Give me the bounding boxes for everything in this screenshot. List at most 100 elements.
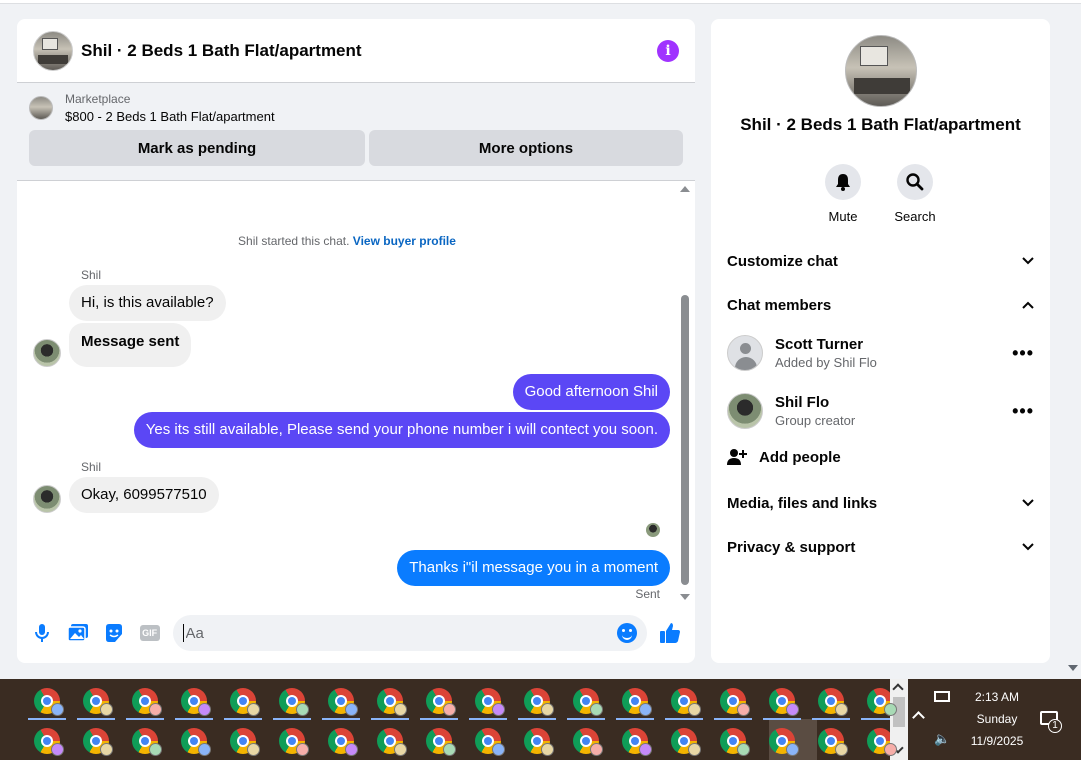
chat-members-row[interactable]: Chat members	[727, 293, 1034, 317]
chrome-profile-icon[interactable]	[230, 728, 260, 756]
clock-day[interactable]: Sunday	[952, 712, 1042, 726]
chrome-profile-icon[interactable]	[77, 688, 115, 720]
message-scrollbar[interactable]	[679, 182, 691, 604]
message-list[interactable]: Shil started this chat. View buyer profi…	[17, 182, 695, 604]
chrome-profile-icon[interactable]	[763, 688, 801, 720]
mute-action[interactable]: Mute	[813, 164, 873, 224]
sender-avatar[interactable]	[33, 485, 61, 513]
incoming-message[interactable]: Hi, is this available?	[69, 285, 226, 321]
message-input[interactable]	[182, 624, 617, 642]
browser-top-edge	[0, 0, 1081, 4]
search-action[interactable]: Search	[885, 164, 945, 224]
chrome-profile-icon[interactable]	[371, 688, 409, 720]
chrome-profile-icon[interactable]	[567, 688, 605, 720]
more-options-button[interactable]: More options	[369, 130, 683, 166]
chrome-profile-icon[interactable]	[28, 688, 66, 720]
sticker-icon[interactable]	[103, 622, 125, 644]
network-icon[interactable]	[934, 691, 950, 702]
member-avatar[interactable]	[727, 335, 763, 371]
running-indicator	[616, 718, 654, 720]
thumbs-up-icon[interactable]	[659, 622, 681, 644]
view-buyer-profile-link[interactable]: View buyer profile	[353, 234, 456, 248]
outgoing-message[interactable]: Good afternoon Shil	[512, 374, 670, 410]
chrome-profile-icon[interactable]	[328, 728, 358, 756]
customize-chat-row[interactable]: Customize chat	[727, 249, 1034, 273]
chrome-profile-icon[interactable]	[126, 688, 164, 720]
chrome-profile-icon[interactable]	[812, 688, 850, 720]
chrome-profile-icon[interactable]	[518, 688, 556, 720]
profile-badge-icon	[296, 703, 309, 716]
microphone-icon[interactable]	[31, 622, 53, 644]
chrome-profile-icon[interactable]	[83, 728, 113, 756]
chrome-profile-icon[interactable]	[475, 728, 505, 756]
media-files-links-row[interactable]: Media, files and links	[727, 491, 1034, 515]
info-avatar[interactable]	[845, 35, 917, 107]
chrome-profile-icon[interactable]	[769, 728, 799, 756]
clock-time[interactable]: 2:13 AM	[952, 690, 1042, 704]
listing-price-title: $800 - 2 Beds 1 Bath Flat/apartment	[65, 109, 275, 124]
chrome-profile-icon[interactable]	[720, 728, 750, 756]
conversation-info-panel: Shil · 2 Beds 1 Bath Flat/apartment Mute…	[711, 19, 1050, 663]
chrome-profile-icon[interactable]	[622, 728, 652, 756]
profile-badge-icon	[296, 743, 309, 756]
chrome-profile-icon[interactable]	[671, 728, 701, 756]
member-item[interactable]: Scott Turner Added by Shil Flo •••	[727, 333, 1034, 373]
chrome-profile-icon[interactable]	[616, 688, 654, 720]
more-options-icon[interactable]: •••	[1012, 343, 1034, 364]
chat-avatar[interactable]	[33, 30, 73, 71]
chrome-profile-icon[interactable]	[273, 688, 311, 720]
chrome-profile-icon[interactable]	[426, 728, 456, 756]
scroll-up-arrow[interactable]	[680, 186, 690, 192]
chrome-profile-icon[interactable]	[132, 728, 162, 756]
privacy-support-row[interactable]: Privacy & support	[727, 535, 1034, 559]
taskbar-scroll-up[interactable]	[892, 683, 904, 695]
chrome-profile-icon[interactable]	[469, 688, 507, 720]
chrome-profile-icon[interactable]	[322, 688, 360, 720]
volume-icon[interactable]: 🔈	[934, 731, 950, 747]
chrome-profile-icon[interactable]	[224, 688, 262, 720]
member-item[interactable]: Shil Flo Group creator •••	[727, 391, 1034, 431]
chrome-profile-icon[interactable]	[524, 728, 554, 756]
chrome-profile-icon[interactable]	[818, 728, 848, 756]
bell-icon[interactable]	[825, 164, 861, 200]
sender-avatar[interactable]	[33, 339, 61, 367]
message-input-wrapper[interactable]	[172, 615, 647, 651]
page-scroll-down-arrow[interactable]	[1068, 665, 1078, 671]
incoming-message[interactable]: Message sent	[69, 323, 192, 367]
show-hidden-icons-chevron-icon[interactable]	[912, 711, 925, 724]
running-indicator	[371, 718, 409, 720]
chrome-profile-icon[interactable]	[279, 728, 309, 756]
profile-badge-icon	[198, 703, 211, 716]
chat-title[interactable]: Shil · 2 Beds 1 Bath Flat/apartment	[81, 41, 657, 61]
emoji-icon[interactable]	[616, 623, 637, 643]
chrome-profile-icon[interactable]	[175, 688, 213, 720]
scrollbar-thumb[interactable]	[681, 295, 689, 585]
chrome-profile-icon[interactable]	[420, 688, 458, 720]
running-indicator	[126, 718, 164, 720]
more-options-icon[interactable]: •••	[1012, 401, 1034, 422]
member-avatar[interactable]	[727, 393, 763, 429]
mark-as-pending-button[interactable]: Mark as pending	[29, 130, 365, 166]
profile-badge-icon	[394, 743, 407, 756]
search-label: Search	[894, 209, 936, 224]
chrome-profile-icon[interactable]	[377, 728, 407, 756]
scroll-down-arrow[interactable]	[680, 594, 690, 600]
chrome-profile-icon[interactable]	[34, 728, 64, 756]
profile-badge-icon	[737, 743, 750, 756]
chrome-profile-icon[interactable]	[181, 728, 211, 756]
outgoing-message[interactable]: Yes its still available, Please send you…	[133, 412, 670, 448]
clock-date[interactable]: 11/9/2025	[952, 734, 1042, 748]
chrome-profile-icon[interactable]	[714, 688, 752, 720]
chrome-profile-icon[interactable]	[665, 688, 703, 720]
outgoing-message[interactable]: Thanks i"il message you in a moment	[397, 550, 670, 586]
listing-summary[interactable]: Marketplace $800 - 2 Beds 1 Bath Flat/ap…	[29, 92, 683, 124]
chrome-profile-icon[interactable]	[573, 728, 603, 756]
gif-icon[interactable]: GIF	[139, 622, 161, 644]
search-icon[interactable]	[897, 164, 933, 200]
photo-icon[interactable]	[67, 622, 89, 644]
member-name: Scott Turner	[775, 336, 864, 353]
running-indicator	[567, 718, 605, 720]
incoming-message[interactable]: Okay, 6099577510	[69, 477, 219, 513]
info-icon[interactable]: i	[657, 39, 679, 62]
add-people-button[interactable]: Add people	[727, 447, 841, 467]
